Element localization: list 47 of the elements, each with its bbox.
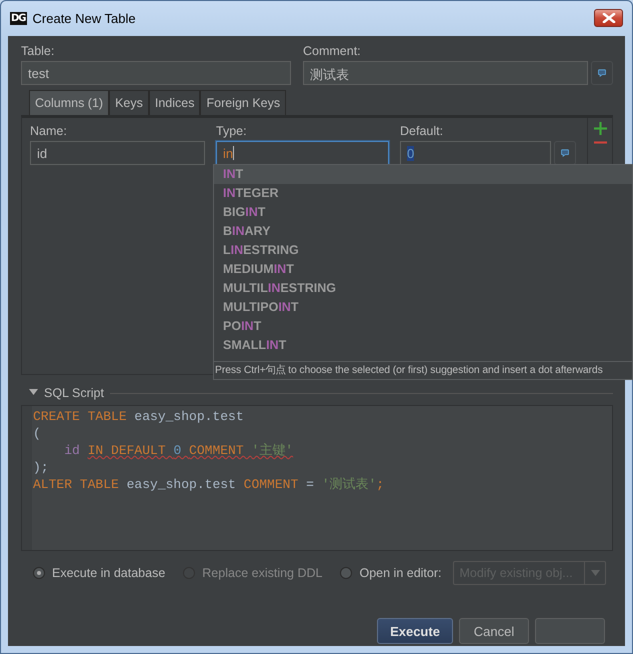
dropdown-arrow-icon [590, 570, 600, 576]
suggestion-item[interactable]: INTEGER [214, 184, 632, 203]
remove-icon[interactable] [594, 141, 606, 144]
input-field[interactable]: id [30, 141, 205, 165]
field-label: Default: [400, 124, 444, 140]
radio-button[interactable] [340, 567, 352, 579]
suggestion-item[interactable]: POINT [214, 317, 632, 336]
add-icon[interactable] [594, 122, 606, 135]
field-label: Comment: [303, 44, 362, 60]
suggestion-item[interactable]: INT [214, 165, 632, 184]
field-label: Type: [216, 124, 248, 140]
suggestion-item[interactable]: MEDIUMINT [214, 260, 632, 279]
tab[interactable]: Columns (1) [29, 90, 110, 115]
input-field[interactable]: 测试表 [303, 61, 588, 85]
suggestion-item[interactable]: BINARY [214, 222, 632, 241]
field-label: Table: [21, 44, 56, 60]
suggestion-item[interactable]: LINESTRING [214, 241, 632, 260]
comment-button[interactable] [554, 141, 576, 165]
close-icon [602, 13, 616, 23]
code-line: CREATE TABLE easy_shop.test [33, 408, 245, 425]
section-title: SQL Script [44, 386, 104, 400]
suggestion-item[interactable]: MULTILINESTRING [214, 279, 632, 298]
close-button[interactable] [594, 9, 623, 27]
app-logo: DG [10, 12, 27, 24]
code-line: ALTER TABLE easy_shop.test COMMENT = '测试表'; [33, 476, 384, 493]
field-label: Name: [30, 124, 68, 140]
tab[interactable]: Foreign Keys [200, 90, 286, 115]
suggestion-item[interactable]: SMALLINT [214, 336, 632, 355]
input-field[interactable]: in [216, 141, 389, 165]
suggestion-item[interactable]: BIGINT [214, 203, 632, 222]
suggestion-item[interactable]: MULTIPOINT [214, 298, 632, 317]
input-field[interactable]: test [21, 61, 291, 85]
code-line: id IN DEFAULT 0 COMMENT '主键' [63, 442, 294, 459]
execute-button[interactable]: Execute [377, 618, 453, 644]
radio-option[interactable]: Execute in database [33, 566, 166, 580]
code-line: ); [33, 459, 50, 476]
cancel-button[interactable]: Cancel [459, 618, 529, 644]
window-title: Create New Table [32, 10, 136, 26]
radio-option[interactable]: Open in editor: [340, 566, 442, 580]
input-field[interactable]: 0 [400, 141, 551, 165]
tab[interactable]: Indices [148, 90, 200, 115]
code-line: ( [33, 425, 42, 442]
code-editor[interactable]: CREATE TABLE easy_shop.test ( id IN DEFAULT 0 COMMENT '主键' ); ALTER TABLE easy_shop.test COMMENT = '测试表'; [21, 405, 613, 551]
comment-button[interactable] [591, 61, 613, 85]
radio-button[interactable] [33, 567, 45, 579]
collapse-icon[interactable] [29, 388, 38, 398]
tab[interactable]: Keys [109, 90, 149, 115]
